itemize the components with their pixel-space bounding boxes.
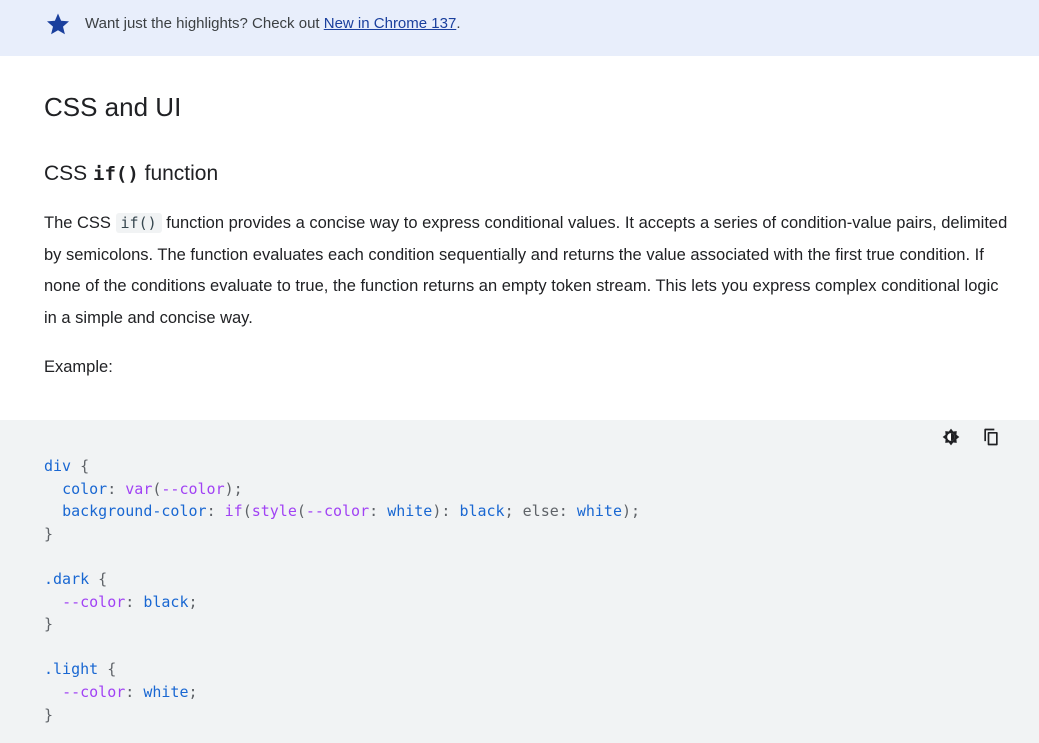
section-title: CSS and UI — [44, 92, 182, 122]
code-selector-div: div — [44, 457, 72, 475]
code-value: black — [143, 592, 189, 611]
copy-button[interactable] — [980, 426, 1002, 448]
copy-icon — [984, 428, 998, 446]
code-variable: --color — [62, 592, 126, 611]
code-brace: } — [44, 524, 54, 543]
code-value: white — [387, 502, 433, 521]
para-before: The CSS — [44, 214, 116, 232]
code-brace: { — [71, 457, 90, 475]
highlights-banner: Want just the highlights? Check out New … — [0, 0, 1039, 56]
code-selector-light: .light — [44, 660, 99, 679]
banner-text: Want just the highlights? Check out New … — [85, 15, 460, 33]
contrast-icon — [942, 428, 960, 446]
code-content: div { color: var(--color); background-co… — [44, 457, 641, 724]
subsection-title: CSS if() function — [44, 160, 218, 188]
theme-toggle-button[interactable] — [940, 426, 962, 448]
code-toolbar — [940, 426, 1002, 448]
para-after: function provides a concise way to expre… — [44, 214, 1008, 327]
code-property: color — [62, 479, 108, 498]
code-variable: --color — [161, 479, 225, 498]
code-function: style — [251, 502, 297, 521]
code-variable: --color — [62, 682, 126, 701]
subsection-code: if() — [93, 163, 139, 185]
description-paragraph: The CSS if() function provides a concise… — [44, 208, 1014, 334]
banner-prefix: Want just the highlights? Check out — [85, 15, 324, 32]
star-icon — [47, 13, 69, 35]
banner-suffix: . — [456, 15, 461, 32]
code-value: white — [576, 502, 622, 521]
new-in-chrome-link[interactable]: New in Chrome 137 — [324, 15, 457, 32]
code-variable: --color — [305, 502, 370, 521]
inline-code: if() — [115, 213, 162, 233]
code-brace: } — [44, 615, 54, 634]
code-value: white — [143, 682, 189, 701]
subsection-prefix: CSS — [44, 162, 94, 185]
code-property: background-color — [62, 502, 207, 521]
example-label: Example: — [44, 358, 113, 376]
subsection-suffix: function — [138, 162, 219, 185]
code-value: black — [459, 502, 505, 521]
code-selector-dark: .dark — [44, 569, 90, 588]
code-function: var — [125, 479, 153, 498]
code-function: if — [224, 502, 243, 521]
code-brace: } — [44, 705, 54, 724]
code-keyword: else — [522, 502, 559, 521]
